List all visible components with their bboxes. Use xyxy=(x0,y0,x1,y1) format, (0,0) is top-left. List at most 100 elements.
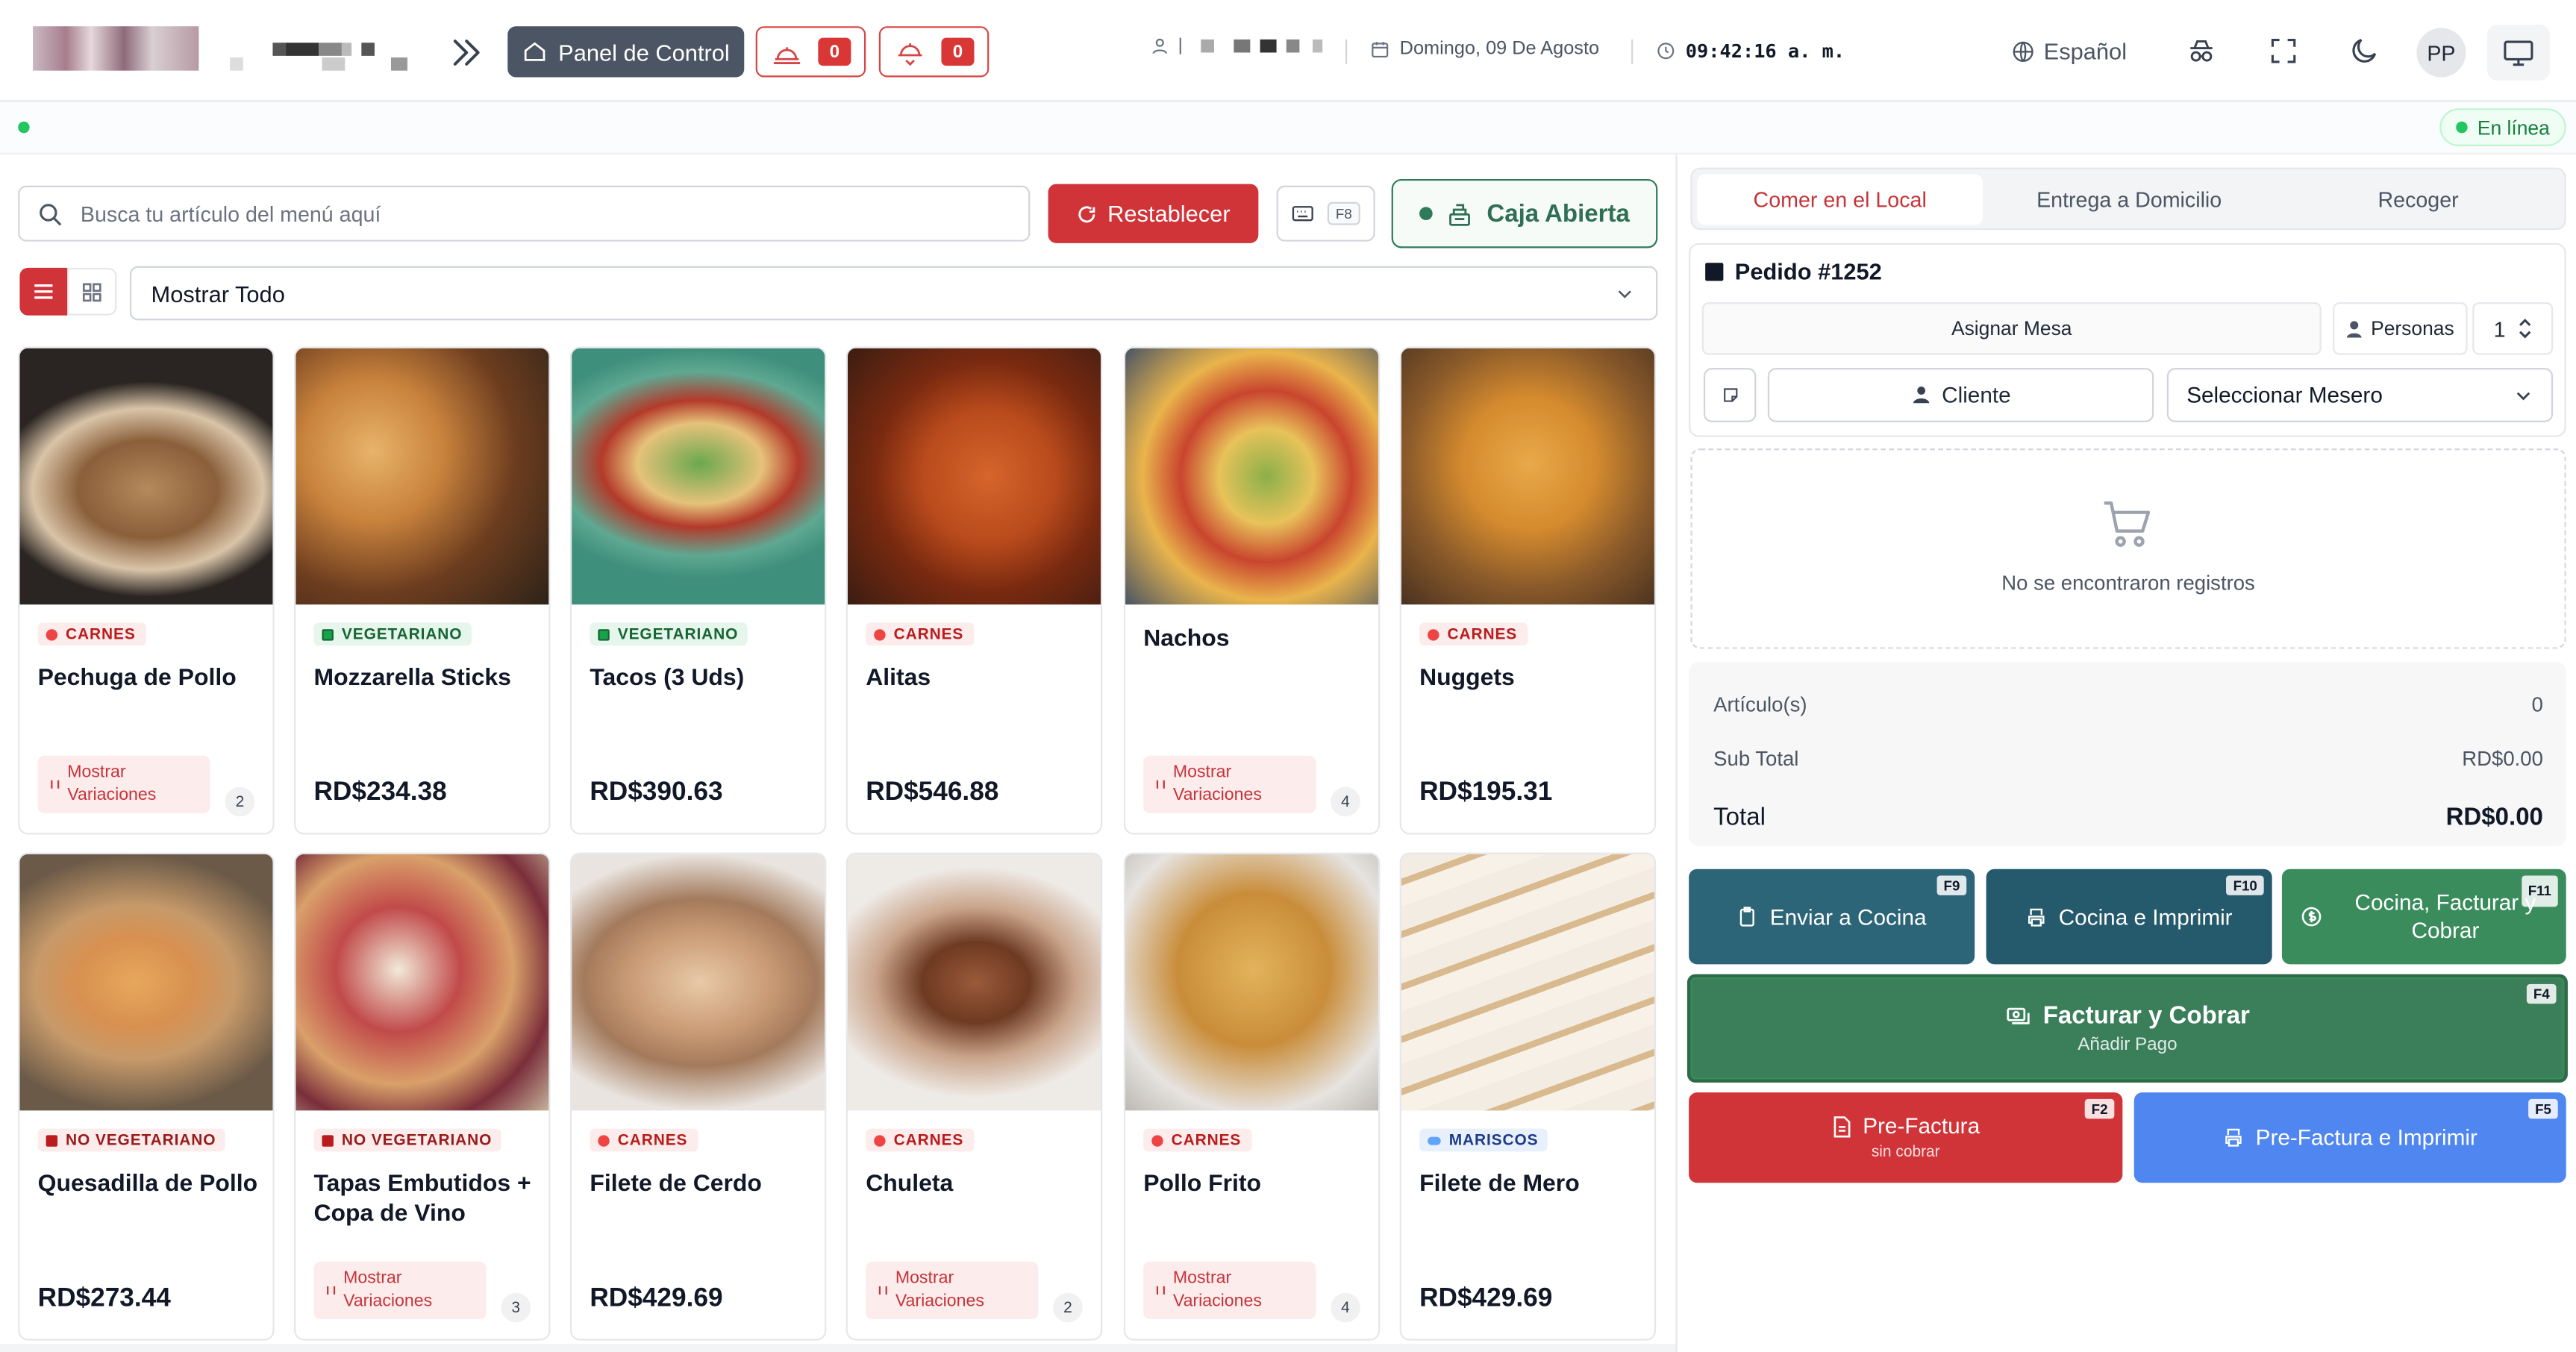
tab-pickup[interactable]: Recoger xyxy=(2277,174,2560,225)
f11-key-label: F11 xyxy=(2521,875,2558,907)
order-square-icon xyxy=(1705,262,1724,281)
show-variations-button[interactable]: Mostrar Variaciones xyxy=(1143,755,1316,813)
show-variations-button[interactable]: Mostrar Variaciones xyxy=(866,1261,1039,1319)
show-variations-button[interactable]: Mostrar Variaciones xyxy=(37,755,210,813)
menu-item-image xyxy=(572,854,825,1111)
incognito-icon[interactable] xyxy=(2185,34,2218,67)
category-badge: VEGETARIANO xyxy=(590,622,748,646)
persons-value: 1 xyxy=(2493,316,2506,341)
category-badge: CARNES xyxy=(590,1128,698,1152)
control-panel-label: Panel de Control xyxy=(558,38,730,65)
menu-item-card[interactable]: MARISCOS Filete de Mero RD$429.69 xyxy=(1399,852,1657,1341)
pre-invoice-button[interactable]: Pre-Factura sin cobrar F2 xyxy=(1689,1092,2123,1183)
f8-key-label: F8 xyxy=(1327,201,1360,225)
keyboard-shortcuts-button[interactable]: F8 xyxy=(1276,185,1375,242)
cart-icon xyxy=(2104,501,2151,547)
item-price: RD$234.38 xyxy=(313,778,447,807)
bill-and-charge-button[interactable]: Facturar y Cobrar Añadir Pago F4 xyxy=(1686,974,2568,1083)
connection-dot xyxy=(18,121,30,134)
order-totals: Artículo(s) 0 Sub Total RD$0.00 Total RD$0.… xyxy=(1689,662,2566,846)
variation-count: 2 xyxy=(225,786,255,817)
send-to-kitchen-button[interactable]: Enviar a Cocina F9 xyxy=(1689,869,1975,965)
calendar-icon xyxy=(1372,42,1389,58)
search-input[interactable] xyxy=(80,201,1001,226)
f10-key-label: F10 xyxy=(2226,875,2264,895)
show-variations-button[interactable]: Mostrar Variaciones xyxy=(1143,1261,1316,1319)
user-avatar[interactable]: PP xyxy=(2416,28,2466,78)
kitchen-bill-charge-button[interactable]: Cocina, Facturar y Cobrar F11 xyxy=(2281,869,2566,965)
time-text: 09:42:16 a. m. xyxy=(1685,39,1845,63)
item-name: Nachos xyxy=(1143,625,1230,653)
stepper-arrows-icon[interactable] xyxy=(2519,319,2532,339)
list-view-toggle[interactable] xyxy=(19,267,68,316)
language-selector[interactable]: Español xyxy=(2011,38,2127,64)
persons-label: Personas xyxy=(2333,302,2468,355)
keyboard-icon xyxy=(1292,206,1313,222)
menu-item-card[interactable]: CARNES Pollo Frito Mostrar Variaciones 4 xyxy=(1123,852,1381,1341)
menu-item-image xyxy=(19,348,273,605)
menu-item-card[interactable]: Nachos Mostrar Variaciones 4 xyxy=(1123,346,1381,835)
item-name: Tacos (3 Uds) xyxy=(590,665,745,692)
show-variations-button[interactable]: Mostrar Variaciones xyxy=(313,1261,487,1319)
menu-search[interactable] xyxy=(18,185,1031,242)
tab-delivery[interactable]: Entrega a Domicilio xyxy=(1988,174,2271,225)
customer-display-button[interactable] xyxy=(2487,25,2550,81)
menu-item-card[interactable]: NO VEGETARIANO Tapas Embutidos + Copa de… xyxy=(294,852,551,1341)
menu-item-card[interactable]: NO VEGETARIANO Quesadilla de Pollo RD$27… xyxy=(18,852,275,1341)
fullscreen-icon[interactable] xyxy=(2267,34,2300,67)
date-text: Domingo, 09 De Agosto xyxy=(1399,39,1600,60)
language-label: Español xyxy=(2043,37,2128,64)
current-time: 09:42:16 a. m. xyxy=(1656,40,1845,63)
clock-icon xyxy=(1657,43,1675,60)
reset-button[interactable]: Restablecer xyxy=(1048,184,1259,243)
cash-register-button[interactable]: Caja Abierta xyxy=(1391,178,1658,248)
category-filter-select[interactable]: Mostrar Todo xyxy=(129,266,1658,321)
menu-item-card[interactable]: CARNES Chuleta Mostrar Variaciones 2 xyxy=(845,852,1103,1341)
globe-icon xyxy=(2013,40,2033,61)
assign-table-button[interactable]: Asignar Mesa xyxy=(1701,302,2322,355)
menu-item-card[interactable]: VEGETARIANO Tacos (3 Uds) RD$390.63 xyxy=(569,346,827,835)
current-date: Domingo, 09 De Agosto xyxy=(1370,40,1599,59)
f2-key-label: F2 xyxy=(2084,1098,2115,1119)
variation-count: 2 xyxy=(1053,1292,1083,1323)
item-name: Tapas Embutidos + Copa de Vino xyxy=(313,1171,531,1227)
grid-view-toggle[interactable] xyxy=(67,267,117,316)
pre-invoice-print-button[interactable]: Pre-Factura e Imprimir F5 xyxy=(2133,1092,2566,1183)
f9-key-label: F9 xyxy=(1936,875,1967,895)
menu-item-card[interactable]: CARNES Pechuga de Pollo Mostrar Variacio… xyxy=(18,346,275,835)
menu-item-image xyxy=(1125,348,1379,605)
cash-register-label: Caja Abierta xyxy=(1486,199,1630,228)
note-icon xyxy=(1723,388,1737,402)
control-panel-button[interactable]: Panel de Control xyxy=(507,26,745,78)
menu-item-image xyxy=(19,854,273,1111)
waiter-select-value: Seleccionar Mesero xyxy=(2186,382,2383,408)
moon-icon[interactable] xyxy=(2348,34,2380,67)
customer-button[interactable]: Cliente xyxy=(1767,368,2154,422)
total-row: Total RD$0.00 xyxy=(1713,803,2543,832)
menu-item-image xyxy=(296,348,549,605)
category-badge: CARNES xyxy=(866,1128,974,1152)
waiter-select[interactable]: Seleccionar Mesero xyxy=(2166,368,2554,422)
dine-in-orders-button[interactable]: 0 xyxy=(755,26,866,78)
menu-item-card[interactable]: VEGETARIANO Mozzarella Sticks RD$234.38 xyxy=(294,346,551,835)
menu-item-card[interactable]: CARNES Alitas RD$546.88 xyxy=(845,346,1103,835)
cash-register-icon xyxy=(1449,203,1470,225)
item-name: Alitas xyxy=(866,665,931,692)
variation-count: 4 xyxy=(1331,1292,1360,1323)
items-count-row: Artículo(s) 0 xyxy=(1713,693,2543,716)
f4-key-label: F4 xyxy=(2527,983,2557,1004)
category-badge: NO VEGETARIANO xyxy=(37,1128,226,1152)
menu-item-image xyxy=(296,854,549,1111)
tab-dine-in[interactable]: Comer en el Local xyxy=(1697,174,1983,225)
menu-item-card[interactable]: CARNES Nuggets RD$195.31 xyxy=(1399,346,1657,835)
horizontal-scrollbar[interactable] xyxy=(0,1343,1676,1352)
kitchen-print-button[interactable]: Cocina e Imprimir F10 xyxy=(1986,869,2272,965)
order-note-button[interactable] xyxy=(1703,368,1757,422)
subtotal-row: Sub Total RD$0.00 xyxy=(1713,747,2543,771)
persons-stepper[interactable]: 1 xyxy=(2472,302,2554,355)
item-name: Quesadilla de Pollo xyxy=(37,1171,258,1198)
menu-item-card[interactable]: CARNES Filete de Cerdo RD$429.69 xyxy=(569,852,827,1341)
category-badge: CARNES xyxy=(1419,622,1528,646)
delivery-orders-button[interactable]: 0 xyxy=(878,26,990,78)
expand-sidebar-icon[interactable] xyxy=(447,33,487,72)
